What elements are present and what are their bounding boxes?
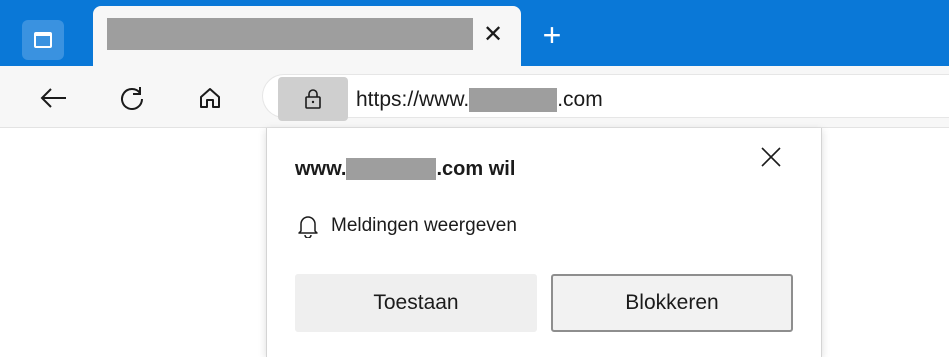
back-arrow-icon [40,88,66,108]
url-prefix: https://www. [356,88,470,111]
home-icon [200,88,220,108]
permission-label: Meldingen weergeven [331,215,517,236]
tab-strip: ✕ + [0,0,949,66]
bell-icon [298,216,318,238]
tab-title-redacted [107,18,473,50]
lock-icon [305,89,321,109]
new-tab-button[interactable]: + [532,16,572,56]
popup-title: www. .com wil [295,156,515,182]
block-button[interactable]: Blokkeren [551,274,793,332]
home-button[interactable] [193,81,227,115]
site-info-button[interactable] [278,77,348,121]
refresh-icon [121,87,143,110]
popup-domain-redacted [346,158,437,180]
tab-close-button[interactable]: ✕ [478,20,508,50]
popup-title-prefix: www. [295,157,347,180]
url-suffix: .com [557,88,603,111]
active-tab[interactable]: ✕ [93,6,521,66]
tab-actions-icon [34,32,52,48]
popup-close-button[interactable] [758,144,784,170]
popup-title-suffix: .com wil [436,157,516,180]
allow-button[interactable]: Toestaan [295,274,537,332]
url-domain-redacted [469,88,558,112]
url-text[interactable]: https://www. .com [356,87,603,113]
close-icon [761,147,781,167]
permission-popup: www. .com wil Meldingen weergeven Toestaa… [266,128,822,357]
refresh-button[interactable] [115,81,149,115]
permission-row: Meldingen weergeven [297,213,517,239]
tab-actions-button[interactable] [22,20,64,60]
back-button[interactable] [36,81,70,115]
